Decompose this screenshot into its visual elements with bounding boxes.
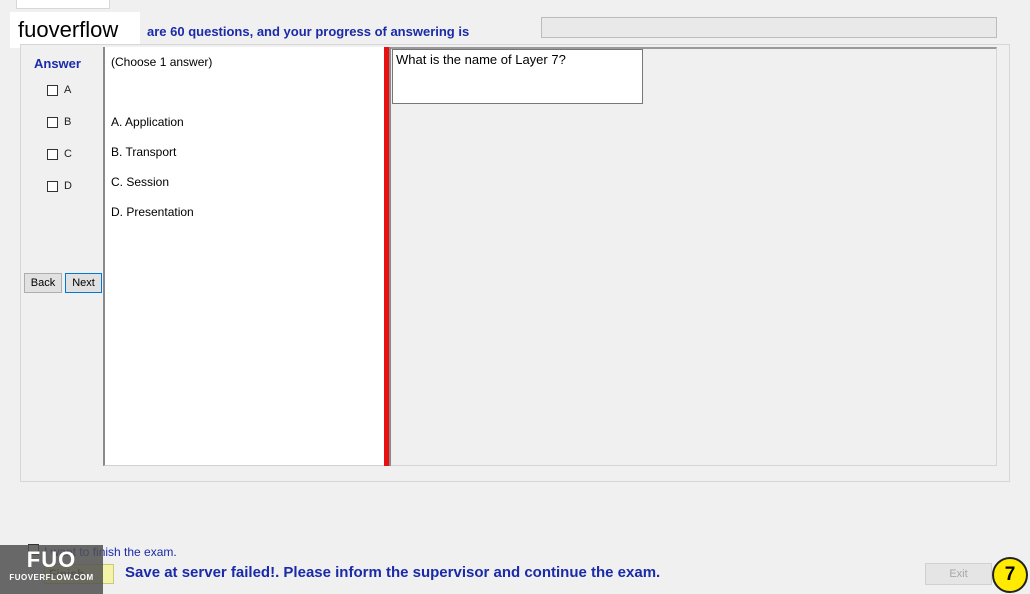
choices-panel — [103, 47, 386, 466]
logo-subtitle: FUOVERFLOW.COM — [9, 573, 94, 582]
answer-heading: Answer — [34, 56, 81, 71]
question-panel — [391, 47, 997, 466]
answer-option-b[interactable]: B — [47, 115, 71, 129]
choice-line-b: B. Transport — [111, 145, 177, 159]
choose-instruction: (Choose 1 answer) — [111, 55, 213, 69]
checkbox-a[interactable] — [47, 84, 58, 96]
choice-line-d: D. Presentation — [111, 205, 194, 219]
option-label: D — [64, 180, 72, 192]
back-button[interactable]: Back — [24, 273, 62, 293]
answer-option-a[interactable]: A — [47, 83, 71, 97]
checkbox-b[interactable] — [47, 116, 58, 128]
progress-header-text: are 60 questions, and your progress of a… — [147, 24, 470, 39]
exit-button[interactable]: Exit — [925, 563, 992, 585]
number-badge: 7 — [992, 557, 1028, 593]
option-label: B — [64, 116, 72, 128]
status-message: Save at server failed!. Please inform th… — [125, 564, 661, 581]
progress-bar — [541, 17, 997, 38]
answer-option-c[interactable]: C — [47, 147, 72, 161]
top-tab[interactable] — [16, 0, 110, 9]
question-text: What is the name of Layer 7? — [392, 49, 643, 104]
choice-line-a: A. Application — [111, 115, 184, 129]
next-button[interactable]: Next — [65, 273, 102, 293]
watermark-label: fuoverflow — [10, 12, 140, 48]
logo-mark: FUO — [26, 547, 77, 572]
option-label: C — [64, 148, 72, 160]
checkbox-c[interactable] — [47, 148, 58, 160]
answer-option-d[interactable]: D — [47, 179, 72, 193]
option-label: A — [64, 84, 72, 96]
site-logo: FUO FUOVERFLOW.COM — [0, 545, 103, 594]
choice-line-c: C. Session — [111, 175, 170, 189]
checkbox-d[interactable] — [47, 180, 58, 192]
